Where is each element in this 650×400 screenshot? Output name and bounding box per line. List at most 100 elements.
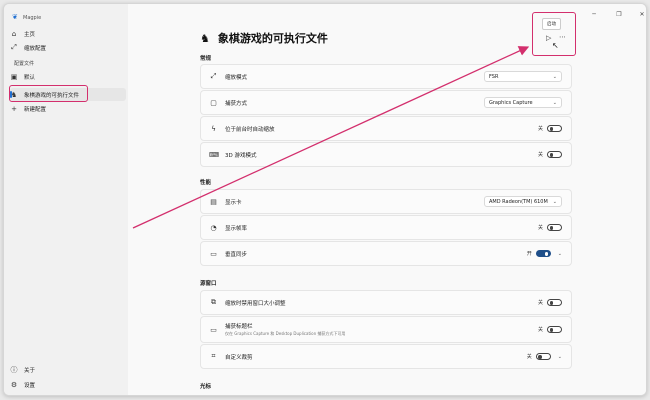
toggle-state: 关 <box>537 152 543 158</box>
app-name: Magpie <box>23 14 42 21</box>
capture-method-dropdown[interactable]: Graphics Capture ⌄ <box>484 97 562 108</box>
toggle-switch[interactable] <box>547 299 562 306</box>
3d-game-mode-toggle[interactable]: 关 <box>538 151 562 158</box>
sidebar-item-about[interactable]: ⓘ 关于 <box>10 363 126 376</box>
section-general: 常规 <box>200 56 212 62</box>
monitor-icon: ▭ <box>210 249 217 258</box>
setting-custom-crop: ⌗ 自定义裁剪 关 ⌄ <box>200 344 572 369</box>
toggle-state: 关 <box>526 354 532 360</box>
toggle-state: 关 <box>537 327 543 333</box>
crop-icon: ⌗ <box>211 352 216 360</box>
gpu-icon: ▤ <box>210 197 217 206</box>
page-title-text: 象棋游戏的可执行文件 <box>217 32 328 45</box>
app-window: ❦ Magpie ⌂ 主页 ⤢ 缩放配置 配置文件 ▣ 默认 ♞ 象棋游戏的可执… <box>3 3 647 396</box>
sidebar-item-label: 缩放配置 <box>24 45 47 52</box>
vsync-toggle[interactable]: 开 ⌄ <box>527 250 562 257</box>
sidebar-item-home[interactable]: ⌂ 主页 <box>10 27 126 40</box>
titlebar-icon: ▭ <box>210 325 217 334</box>
speedometer-icon: ◔ <box>210 223 217 232</box>
setting-label: 自定义裁剪 <box>225 354 253 361</box>
toggle-switch[interactable] <box>535 353 551 360</box>
resize-icon: ⤢ <box>11 43 17 51</box>
setting-label: 垂直同步 <box>225 251 248 258</box>
home-icon: ⌂ <box>11 29 17 38</box>
annotation-highlight-launch <box>532 12 576 56</box>
setting-label: 3D 游戏模式 <box>225 152 257 159</box>
setting-disable-resize: ⧉ 缩放时禁用窗口大小调整 关 <box>200 290 572 315</box>
setting-capture-titlebar: ▭ 捕获标题栏 仅在 Graphics Capture 和 Desktop Du… <box>200 316 572 343</box>
sidebar-item-label: 设置 <box>24 382 36 389</box>
profile-icon: ▣ <box>10 72 18 81</box>
minimize-button[interactable]: ─ <box>588 11 600 18</box>
maximize-button[interactable]: ❐ <box>613 11 625 18</box>
plus-icon: + <box>11 104 17 113</box>
dropdown-value: FSR <box>489 73 499 80</box>
setting-scale-mode: ⤢ 缩放模式 FSR ⌄ <box>200 64 572 89</box>
toggle-state: 关 <box>537 225 543 231</box>
chevron-down-icon: ⌄ <box>552 73 557 80</box>
setting-auto-scale: ϟ 位于前台时自动缩放 关 <box>200 116 572 141</box>
chevron-down-icon[interactable]: ⌄ <box>558 251 562 257</box>
app-brand: ❦ Magpie <box>12 14 41 21</box>
gear-icon: ⚙ <box>10 380 18 389</box>
close-button[interactable]: ✕ <box>636 11 646 18</box>
sidebar-item-label: 新建配置 <box>24 106 47 113</box>
setting-capture-method: ▢ 捕获方式 Graphics Capture ⌄ <box>200 90 572 115</box>
section-cursor: 光标 <box>200 384 212 390</box>
setting-show-fps: ◔ 显示帧率 关 <box>200 215 572 240</box>
setting-label: 缩放时禁用窗口大小调整 <box>225 300 286 307</box>
setting-label: 位于前台时自动缩放 <box>225 126 275 133</box>
chevron-down-icon: ⌄ <box>552 198 557 205</box>
setting-label: 显示帧率 <box>225 225 248 232</box>
info-icon: ⓘ <box>10 365 18 374</box>
setting-description: 仅在 Graphics Capture 和 Desktop Duplicatio… <box>225 331 346 336</box>
chevron-down-icon: ⌄ <box>552 99 557 106</box>
toggle-switch[interactable] <box>547 326 562 333</box>
setting-label: 捕获标题栏 <box>225 324 253 330</box>
disable-resize-toggle[interactable]: 关 <box>538 299 562 306</box>
main-content: ─ ❐ ✕ ♞ 象棋游戏的可执行文件 启动 ▷ ⋯ ↖ 常规 ⤢ 缩放模式 FS… <box>128 4 646 395</box>
show-fps-toggle[interactable]: 关 <box>538 224 562 231</box>
window-resize-icon: ⧉ <box>211 298 216 306</box>
chevron-down-icon[interactable]: ⌄ <box>558 354 562 360</box>
lightning-icon: ϟ <box>211 124 216 133</box>
sidebar-item-scaling-config[interactable]: ⤢ 缩放配置 <box>10 41 126 54</box>
setting-label: 显示卡 <box>225 199 242 206</box>
setting-label: 捕获方式 <box>225 100 248 107</box>
sidebar-item-label: 默认 <box>24 74 36 81</box>
setting-3d-game-mode: ⌨ 3D 游戏模式 关 <box>200 142 572 167</box>
toggle-switch[interactable] <box>547 151 562 158</box>
section-source-window: 源窗口 <box>200 281 217 287</box>
sidebar-item-default[interactable]: ▣ 默认 <box>10 70 126 83</box>
sidebar-item-settings[interactable]: ⚙ 设置 <box>10 378 126 391</box>
sidebar-item-label: 主页 <box>24 31 36 38</box>
capture-icon: ▢ <box>210 98 217 107</box>
page-title: ♞ 象棋游戏的可执行文件 <box>200 30 328 46</box>
auto-scale-toggle[interactable]: 关 <box>538 125 562 132</box>
profiles-section-header: 配置文件 <box>14 61 35 67</box>
dropdown-value: Graphics Capture <box>489 99 533 106</box>
setting-label: 缩放模式 <box>225 74 248 81</box>
toggle-state: 开 <box>526 251 532 257</box>
sidebar-item-label: 关于 <box>24 367 36 374</box>
gpu-dropdown[interactable]: AMD Radeon(TM) 610M ⌄ <box>484 196 562 207</box>
sidebar-item-new-profile[interactable]: + 新建配置 <box>10 102 126 115</box>
setting-vsync: ▭ 垂直同步 开 ⌄ <box>200 241 572 266</box>
resize-icon: ⤢ <box>210 72 217 80</box>
dropdown-value: AMD Radeon(TM) 610M <box>489 198 548 205</box>
toggle-switch[interactable] <box>547 125 562 132</box>
sidebar: ❦ Magpie ⌂ 主页 ⤢ 缩放配置 配置文件 ▣ 默认 ♞ 象棋游戏的可执… <box>4 4 128 395</box>
toggle-switch[interactable] <box>535 250 551 257</box>
toggle-state: 关 <box>537 126 543 132</box>
annotation-highlight-profile <box>9 85 88 102</box>
toggle-switch[interactable] <box>547 224 562 231</box>
scale-mode-dropdown[interactable]: FSR ⌄ <box>484 71 562 82</box>
gamepad-icon: ⌨ <box>209 150 220 159</box>
magpie-logo-icon: ❦ <box>12 13 18 21</box>
toggle-state: 关 <box>537 300 543 306</box>
section-performance: 性能 <box>200 180 212 186</box>
setting-gpu: ▤ 显示卡 AMD Radeon(TM) 610M ⌄ <box>200 189 572 214</box>
custom-crop-toggle[interactable]: 关 ⌄ <box>527 353 562 360</box>
capture-titlebar-toggle[interactable]: 关 <box>538 326 562 333</box>
chess-piece-icon: ♞ <box>200 31 210 45</box>
